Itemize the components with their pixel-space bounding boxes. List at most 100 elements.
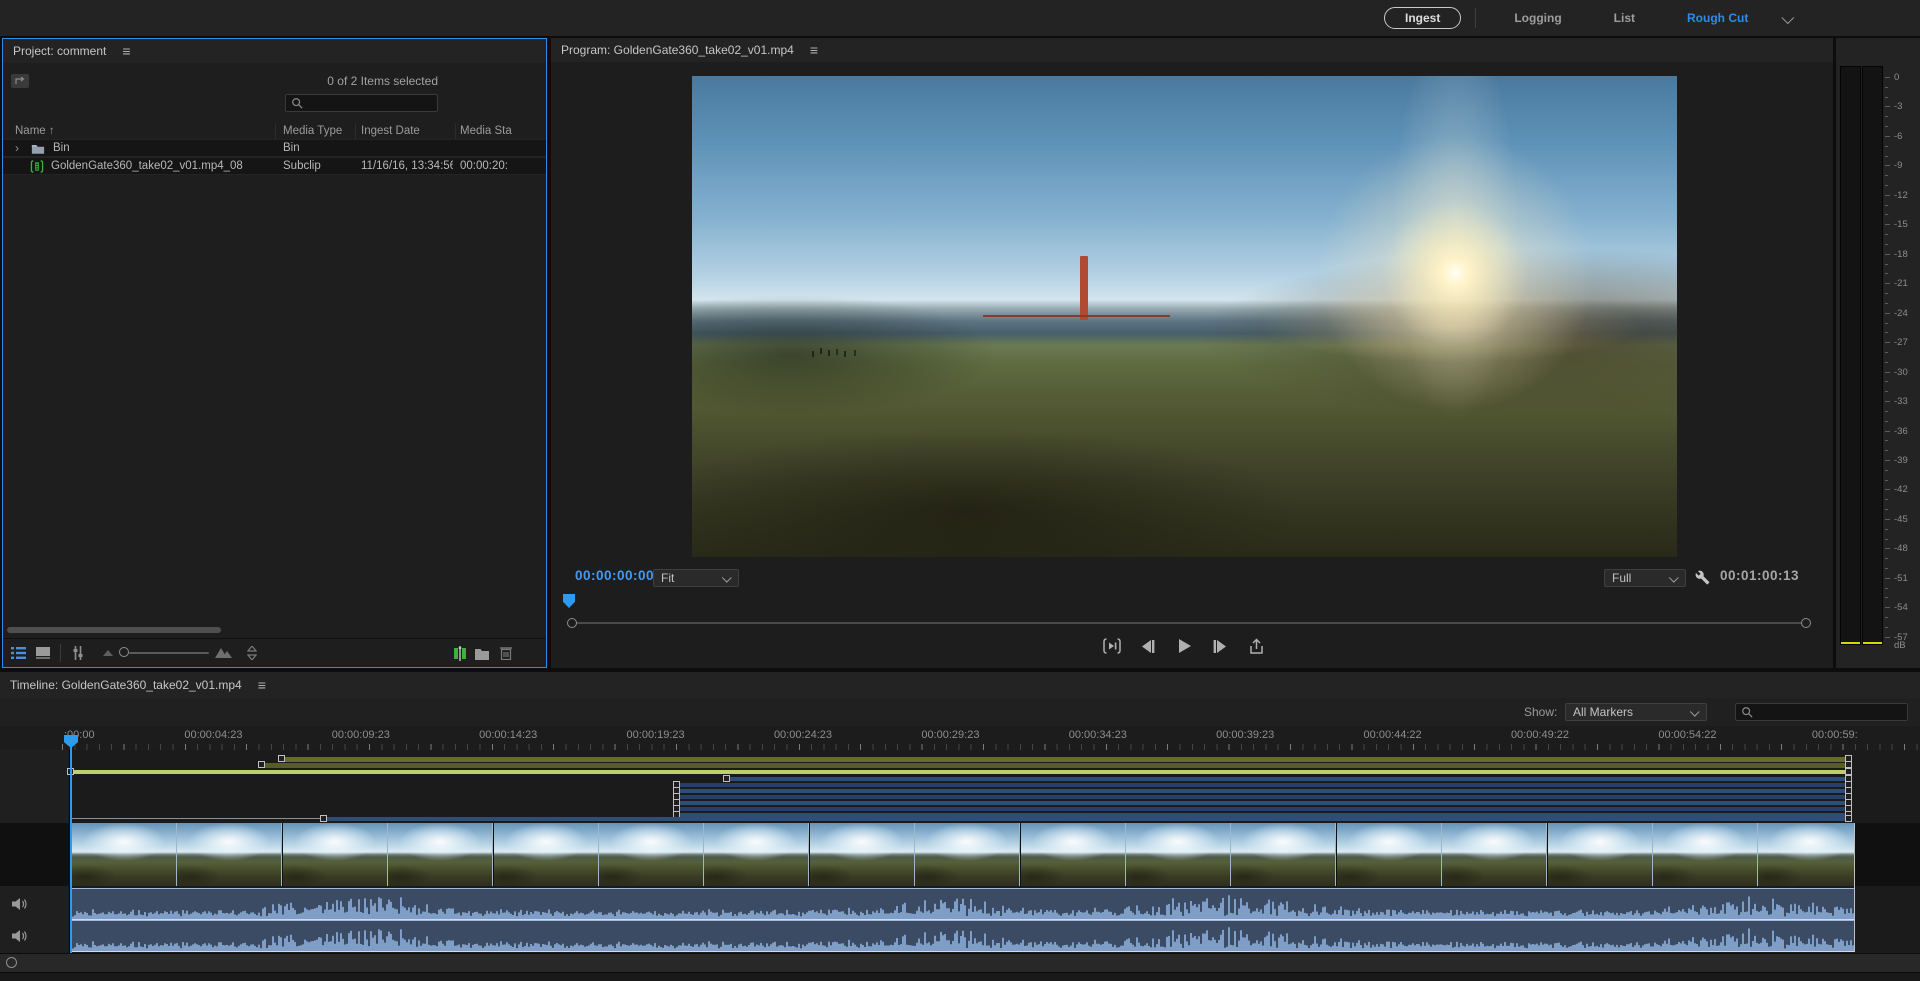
meter-db-label: -3 [1894,101,1902,112]
meter-tick [1885,431,1890,432]
video-frame-thumbnail [1231,823,1336,886]
marker-lead-line [72,818,325,819]
step-back-button[interactable] [1137,636,1159,656]
marker-end-handle[interactable] [1845,768,1852,775]
tab-rough-cut[interactable]: Rough Cut [1661,11,1774,25]
meter-tick [1885,254,1890,255]
zoom-out-icon[interactable] [99,645,117,661]
video-frame-thumbnail [494,823,599,886]
icon-view-button[interactable] [34,645,52,661]
marker-start-handle[interactable] [723,775,730,782]
comment-marker[interactable] [678,789,1851,793]
audio-clip-track2[interactable] [72,920,1854,952]
timeline-zoom-handle[interactable] [6,957,17,968]
column-header-media-type[interactable]: Media Type [283,123,353,139]
marker-start-handle[interactable] [258,761,265,768]
marker-end-handle[interactable] [1845,815,1852,822]
meter-db-label: -6 [1894,131,1902,142]
tab-logging[interactable]: Logging [1488,11,1587,25]
meter-tick [1885,362,1888,363]
marker-end-handle[interactable] [1845,761,1852,768]
audio2-mute-button[interactable] [11,929,29,944]
thumbnail-zoom-slider[interactable] [129,652,209,654]
chevron-down-icon[interactable] [1782,11,1795,24]
project-panel-header[interactable]: Project: comment ≡ [3,39,546,63]
list-view-button[interactable] [9,645,27,661]
meter-tick [1885,116,1888,117]
delete-button[interactable] [497,645,515,661]
meter-tick [1885,607,1890,608]
meter-db-label: -27 [1894,337,1908,348]
video-clip[interactable] [72,823,1854,886]
project-panel-title: Project: comment [13,44,106,58]
meter-tick [1885,332,1888,333]
subclip-marker[interactable] [263,763,1851,768]
play-in-to-out-button[interactable] [1101,636,1123,656]
clip-duration-timecode: 00:01:00:13 [1720,568,1799,583]
video-frame-thumbnail [1337,823,1442,886]
sort-order-icon[interactable] [243,645,261,661]
program-seek-bar[interactable] [571,622,1809,624]
timeline-zoom-bar[interactable] [0,953,1920,972]
panel-menu-icon[interactable]: ≡ [122,43,130,59]
timeline-playhead-line[interactable] [70,738,72,954]
filter-settings-icon[interactable] [69,645,87,661]
comment-marker[interactable] [678,783,1851,787]
project-search-box[interactable] [285,94,438,112]
comment-marker[interactable] [678,807,1851,811]
video-frame-thumbnail [1758,823,1854,886]
marker-start-handle[interactable] [278,755,285,762]
seek-bar-left-handle[interactable] [567,618,577,628]
audio1-mute-button[interactable] [11,897,29,912]
table-row-subclip[interactable]: GoldenGate360_take02_v01.mp4_08 Subclip … [3,157,546,175]
table-row-bin[interactable]: › Bin Bin [3,139,546,157]
meter-db-label: -54 [1894,602,1908,613]
audio-clip-track1[interactable] [72,888,1854,920]
navigate-up-button[interactable] [11,74,29,88]
new-bin-button[interactable] [473,645,491,661]
timeline-bottom-scrollbar[interactable] [0,972,1920,981]
program-playhead-marker[interactable] [563,594,575,608]
folder-icon [31,140,47,156]
marker-start-handle[interactable] [320,815,327,822]
column-header-media-start[interactable]: Media Sta [460,123,546,139]
meter-tick [1885,185,1888,186]
meter-tick [1885,440,1888,441]
panel-menu-icon[interactable]: ≡ [810,42,818,58]
zoom-level-select[interactable]: Fit [653,569,739,587]
video-frame[interactable] [692,76,1677,557]
playback-quality-select[interactable]: Full [1604,569,1686,587]
playhead-timecode[interactable]: 00:00:00:00 [575,568,654,583]
meter-db-label: -9 [1894,160,1902,171]
row-expander-icon[interactable]: › [15,140,19,156]
comment-marker[interactable] [325,817,1851,821]
audio-waveform [72,927,1854,951]
column-header-ingest-date[interactable]: Ingest Date [361,123,453,139]
meter-tick [1885,195,1890,196]
settings-wrench-icon[interactable] [1695,570,1710,585]
tab-list[interactable]: List [1588,11,1661,25]
comment-marker[interactable] [678,795,1851,799]
export-clip-button[interactable] [1245,636,1267,656]
meter-tick [1885,421,1888,422]
seek-bar-right-handle[interactable] [1801,618,1811,628]
comment-marker[interactable] [728,777,1851,781]
subclip-marker-selected[interactable] [72,770,1851,774]
sort-ascending-icon[interactable]: ↑ [49,125,55,137]
program-panel-header[interactable]: Program: GoldenGate360_take02_v01.mp4 ≡ [551,38,1833,62]
meter-tick [1885,97,1888,98]
meter-db-label: -18 [1894,249,1908,260]
project-horizontal-scrollbar[interactable] [7,627,221,633]
subclip-marker[interactable] [283,757,1851,762]
step-forward-button[interactable] [1209,636,1231,656]
project-search-input[interactable] [307,95,432,111]
play-button[interactable] [1173,636,1195,656]
thumbnail-zoom-handle[interactable] [119,647,129,657]
video-frame-thumbnail [704,823,809,886]
tab-ingest[interactable]: Ingest [1384,7,1461,29]
zoom-in-icon[interactable] [215,645,233,661]
transport-controls [551,636,1833,658]
column-header-name[interactable]: Name ↑ [15,123,271,139]
create-subclip-button[interactable] [451,645,469,661]
comment-marker[interactable] [678,801,1851,805]
